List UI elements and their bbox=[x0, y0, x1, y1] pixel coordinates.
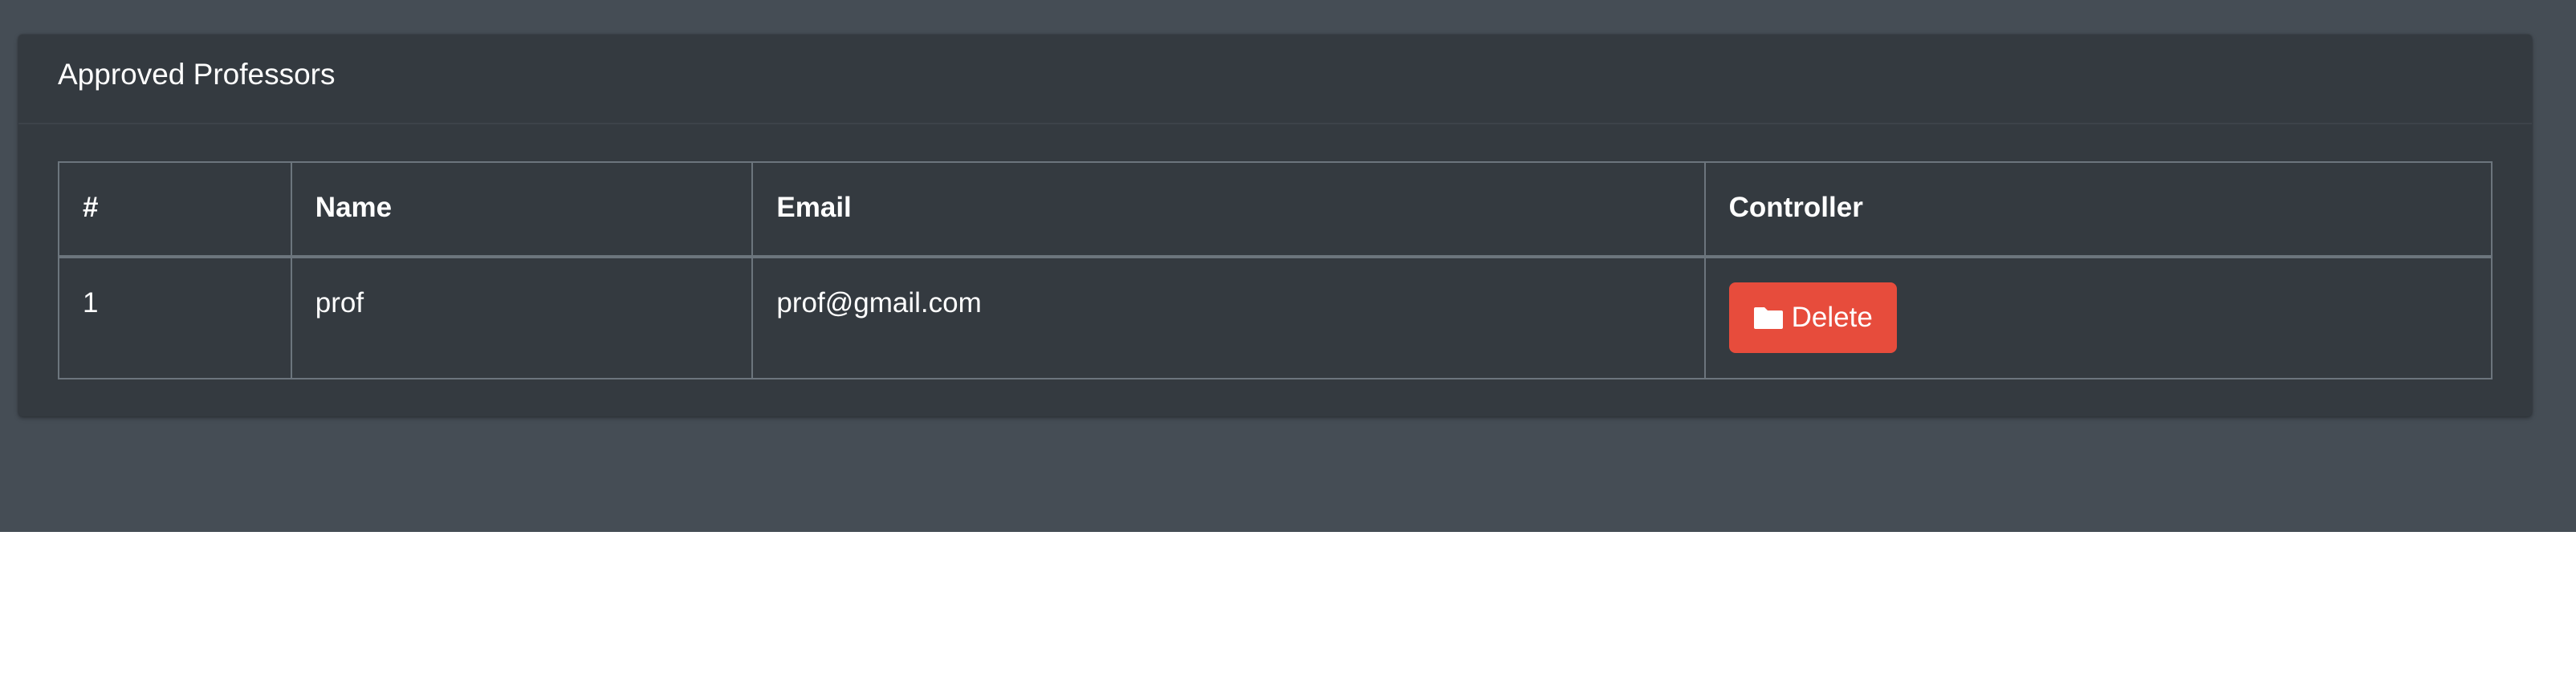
table-body: 1 prof prof@gmail.com Delete bbox=[58, 256, 2493, 379]
column-header-email: Email bbox=[751, 161, 1706, 258]
header-row: # Name Email Controller bbox=[58, 161, 2493, 258]
table-header: # Name Email Controller bbox=[58, 161, 2493, 258]
cell-number: 1 bbox=[58, 256, 292, 379]
card-body: # Name Email Controller 1 prof prof@gmai… bbox=[58, 161, 2493, 379]
content-wrapper: Approved Professors # Name Email Control… bbox=[0, 0, 2576, 532]
table-row: 1 prof prof@gmail.com Delete bbox=[58, 256, 2493, 379]
cell-email: prof@gmail.com bbox=[751, 256, 1706, 379]
cell-controller: Delete bbox=[1703, 256, 2493, 379]
professors-table: # Name Email Controller 1 prof prof@gmai… bbox=[58, 161, 2493, 379]
column-header-number: # bbox=[58, 161, 292, 258]
card-header: Approved Professors bbox=[18, 34, 2532, 124]
folder-icon bbox=[1753, 307, 1783, 329]
delete-button[interactable]: Delete bbox=[1728, 282, 1897, 353]
delete-button-label: Delete bbox=[1791, 302, 1873, 333]
approved-professors-card: Approved Professors # Name Email Control… bbox=[18, 34, 2532, 416]
card-title: Approved Professors bbox=[58, 58, 336, 91]
column-header-controller: Controller bbox=[1703, 161, 2493, 258]
cell-name: prof bbox=[290, 256, 754, 379]
column-header-name: Name bbox=[290, 161, 754, 258]
